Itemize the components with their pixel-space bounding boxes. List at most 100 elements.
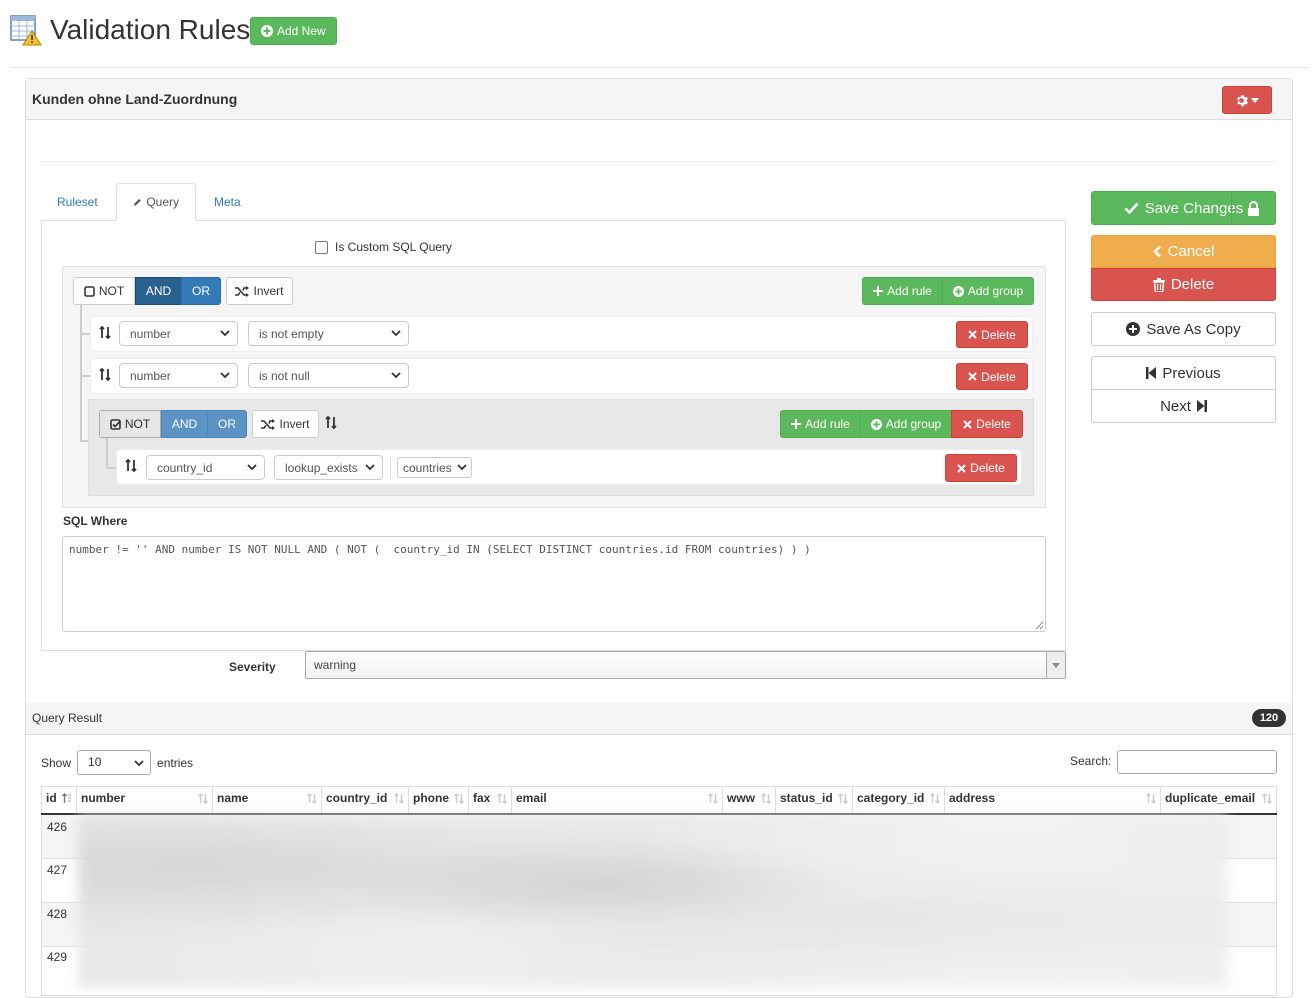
plus-circle-icon [261, 25, 273, 37]
tab-ruleset[interactable]: Ruleset [41, 183, 114, 221]
settings-dropdown-button[interactable] [1222, 86, 1272, 114]
sort-asc-icon [62, 793, 71, 803]
plus-circle-icon [952, 285, 964, 297]
resize-handle-icon[interactable] [1035, 621, 1044, 630]
sql-where-label: SQL Where [63, 514, 128, 528]
drag-sort-icon[interactable] [99, 326, 111, 339]
check-icon [1124, 202, 1139, 214]
invert-button[interactable]: Invert [252, 410, 319, 438]
sort-icon [198, 793, 208, 804]
rule-value-select[interactable]: countries [397, 457, 472, 478]
column-header-number[interactable]: number [77, 786, 213, 813]
row-id: 428 [47, 907, 68, 921]
previous-button[interactable]: Previous [1091, 356, 1276, 390]
chevron-left-icon [1152, 245, 1161, 258]
drag-sort-icon[interactable] [99, 368, 111, 381]
shuffle-icon [261, 418, 276, 430]
or-condition-button[interactable]: OR [181, 277, 221, 305]
add-group-button[interactable]: Add group [942, 277, 1034, 305]
save-as-copy-button[interactable]: Save As Copy [1091, 312, 1276, 346]
sort-icon [761, 793, 771, 804]
close-icon [968, 372, 977, 381]
table-warning-icon [10, 14, 42, 46]
plus-icon [873, 286, 884, 296]
rule-field-select[interactable]: number [119, 363, 238, 388]
checkbox-empty-icon [84, 285, 95, 297]
add-group-button[interactable]: Add group [860, 410, 952, 438]
or-condition-button[interactable]: OR [207, 410, 247, 438]
tab-query[interactable]: Query [116, 183, 196, 221]
rule-field-select[interactable]: country_id [146, 455, 265, 480]
column-header-email[interactable]: email [512, 786, 723, 813]
rule-field-select[interactable]: number [119, 321, 238, 346]
delete-group-button[interactable]: Delete [951, 410, 1023, 438]
drag-sort-icon[interactable] [125, 459, 137, 472]
pencil-icon [133, 198, 141, 206]
column-header-duplicate-email[interactable]: duplicate_email [1161, 786, 1276, 813]
column-header-category-id[interactable]: category_id [853, 786, 945, 813]
sort-icon [307, 793, 317, 804]
custom-sql-checkbox[interactable] [315, 240, 328, 254]
page-title: Validation Rules [50, 14, 251, 45]
search-input[interactable] [1117, 750, 1277, 774]
query-result-heading [26, 703, 1292, 735]
add-rule-button[interactable]: Add rule [862, 277, 943, 305]
delete-rule-button[interactable]: Delete [945, 454, 1017, 482]
sort-icon [394, 793, 404, 804]
tab-meta[interactable]: Meta [198, 183, 257, 221]
query-result-title: Query Result [32, 711, 103, 725]
column-header-name[interactable]: name [213, 786, 322, 813]
page-length-select[interactable]: 10 [77, 750, 152, 775]
custom-sql-option[interactable]: Is Custom SQL Query [315, 240, 452, 254]
chevron-down-icon [220, 330, 230, 337]
column-header-www[interactable]: www [723, 786, 776, 813]
delete-rule-button[interactable]: Delete [956, 321, 1028, 348]
column-header-id[interactable]: id [42, 786, 77, 813]
gear-icon [1237, 94, 1248, 106]
cancel-button[interactable]: Cancel [1091, 235, 1276, 268]
rule-operator-select[interactable]: lookup_exists [274, 455, 383, 480]
and-condition-button[interactable]: AND [161, 410, 208, 438]
sort-icon [708, 793, 718, 804]
delete-button[interactable]: Delete [1091, 268, 1276, 301]
row-id: 427 [47, 863, 68, 877]
chevron-down-icon [247, 464, 257, 471]
not-toggle-button[interactable]: NOT [73, 277, 135, 305]
result-count-badge: 120 [1252, 709, 1286, 727]
chevron-down-icon [365, 464, 375, 471]
step-forward-icon [1196, 400, 1207, 412]
divider [10, 67, 1308, 68]
and-condition-button[interactable]: AND [135, 277, 182, 305]
rule-operator-select[interactable]: is not empty [248, 321, 409, 346]
lock-icon [1248, 200, 1259, 216]
chevron-down-icon [391, 330, 401, 337]
save-changes-button[interactable]: Save Changes [1091, 191, 1276, 225]
sql-where-textarea[interactable]: number != '' AND number IS NOT NULL AND … [62, 536, 1046, 632]
close-icon [963, 419, 972, 429]
divider [40, 161, 1277, 162]
column-header-country-id[interactable]: country_id [322, 786, 409, 813]
row-id: 429 [47, 950, 68, 964]
redacted-row-data [78, 815, 1228, 988]
next-button[interactable]: Next [1091, 389, 1276, 423]
column-header-phone[interactable]: phone [409, 786, 469, 813]
add-rule-button[interactable]: Add rule [780, 410, 861, 438]
plus-circle-icon [870, 418, 882, 430]
chevron-down-icon [220, 372, 230, 379]
rule-operator-select[interactable]: is not null [248, 363, 409, 388]
column-header-fax[interactable]: fax [469, 786, 512, 813]
column-header-status-id[interactable]: status_id [776, 786, 853, 813]
checkbox-checked-icon [110, 418, 121, 430]
severity-dropdown-arrow[interactable] [1046, 652, 1065, 678]
column-header-address[interactable]: address [945, 786, 1161, 813]
not-toggle-button[interactable]: NOT [99, 410, 161, 438]
add-new-label: Add New [277, 24, 326, 38]
severity-select[interactable]: warning [305, 651, 1066, 679]
invert-button[interactable]: Invert [226, 277, 293, 305]
drag-sort-icon[interactable] [325, 416, 337, 429]
delete-rule-button[interactable]: Delete [956, 363, 1028, 390]
sort-icon [1262, 793, 1272, 804]
add-new-button[interactable]: Add New [250, 17, 337, 45]
severity-label: Severity [229, 660, 276, 674]
lock-toggle[interactable] [1231, 192, 1275, 224]
